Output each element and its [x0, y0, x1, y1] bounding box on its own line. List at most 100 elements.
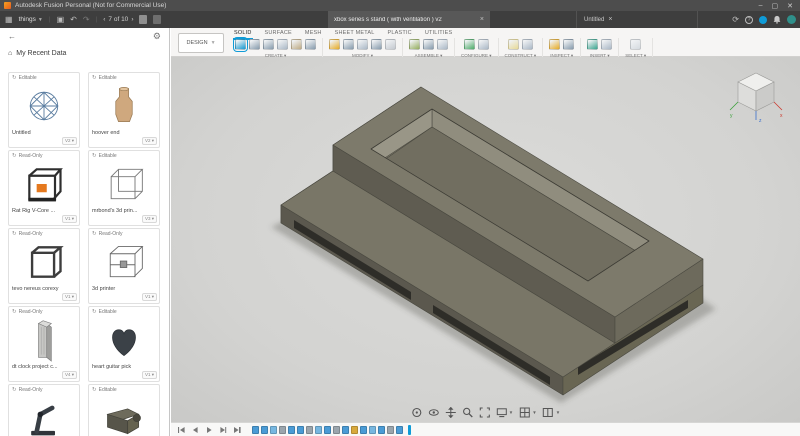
zoom-icon[interactable]	[462, 407, 473, 418]
undo-icon[interactable]: ↶	[70, 15, 77, 24]
step-back-icon[interactable]	[190, 425, 200, 435]
version-badge[interactable]: V4 ▾	[62, 371, 77, 379]
combine-icon[interactable]	[371, 39, 382, 50]
prev-page-icon[interactable]: ‹	[103, 16, 105, 23]
data-panel-item[interactable]: ↻Read-OnlyRat Rig V-Core ...V1 ▾	[8, 150, 80, 226]
sync-status-icon[interactable]: ⟳	[732, 15, 739, 24]
version-badge[interactable]: V1 ▾	[62, 293, 77, 301]
insert-mesh-icon[interactable]	[601, 39, 612, 50]
close-button[interactable]: ✕	[787, 2, 793, 10]
timeline-feature-icon[interactable]	[360, 426, 367, 434]
display-settings-icon[interactable]	[496, 407, 507, 418]
data-panel-item[interactable]: ↻Editable	[88, 384, 160, 436]
fillet-icon[interactable]	[343, 39, 354, 50]
shell-icon[interactable]	[357, 39, 368, 50]
maximize-button[interactable]: ▢	[772, 2, 779, 10]
section-analysis-icon[interactable]	[563, 39, 574, 50]
new-component-icon[interactable]	[409, 39, 420, 50]
redo-icon[interactable]: ↷	[83, 15, 90, 24]
joint-icon[interactable]	[423, 39, 434, 50]
workspace-selector[interactable]: DESIGN▼	[178, 33, 224, 53]
hole-icon[interactable]	[305, 39, 316, 50]
rigid-group-icon[interactable]	[437, 39, 448, 50]
close-tab-icon[interactable]: ×	[608, 16, 612, 23]
next-page-icon[interactable]: ›	[131, 16, 133, 23]
help-icon[interactable]: ?	[745, 16, 753, 24]
user-avatar[interactable]	[787, 15, 796, 24]
save-icon[interactable]: ▣	[57, 15, 65, 24]
project-menu[interactable]: things▼	[19, 16, 43, 23]
create-sketch-icon[interactable]	[235, 39, 246, 50]
goto-end-icon[interactable]	[232, 425, 242, 435]
construct-axis-icon[interactable]	[522, 39, 533, 50]
timeline-feature-icon[interactable]	[396, 426, 403, 434]
gear-icon[interactable]: ⚙	[153, 31, 161, 42]
measure-icon[interactable]	[549, 39, 560, 50]
close-tab-icon[interactable]: ×	[480, 16, 484, 23]
document-tab-active[interactable]: xbox series s stand ( with ventilation )…	[328, 11, 490, 28]
box-icon[interactable]	[249, 39, 260, 50]
configuration-icon[interactable]	[464, 39, 475, 50]
timeline-feature-icon[interactable]	[378, 426, 385, 434]
timeline-feature-icon[interactable]	[297, 426, 304, 434]
new-document-icon[interactable]	[139, 15, 147, 24]
configuration-table-icon[interactable]	[478, 39, 489, 50]
data-panel-item[interactable]: ↻Editablemrbond's 3d prin...V3 ▾	[88, 150, 160, 226]
timeline-feature-icon[interactable]	[324, 426, 331, 434]
revolve-icon[interactable]	[291, 39, 302, 50]
data-panel-item[interactable]: ↻Editablehoover endV2 ▾	[88, 72, 160, 148]
step-forward-icon[interactable]	[218, 425, 228, 435]
timeline-feature-icon[interactable]	[387, 426, 394, 434]
construct-plane-icon[interactable]	[508, 39, 519, 50]
timeline-feature-icon[interactable]	[288, 426, 295, 434]
back-arrow-icon[interactable]: ←	[8, 32, 16, 41]
goto-beginning-icon[interactable]	[176, 425, 186, 435]
app-grid-icon[interactable]: ▦	[5, 15, 13, 24]
timeline-feature-icon[interactable]	[261, 426, 268, 434]
version-badge[interactable]: V3 ▾	[142, 215, 157, 223]
press-pull-icon[interactable]	[329, 39, 340, 50]
data-panel-item[interactable]: ↻Read-Onlytevo nereus corexyV1 ▾	[8, 228, 80, 304]
document-icon[interactable]	[153, 15, 161, 24]
model-3d[interactable]	[171, 57, 800, 422]
data-panel-item[interactable]: ↻Read-Only	[8, 384, 80, 436]
viewports-icon[interactable]	[543, 407, 554, 418]
data-panel-item[interactable]: ↻Editableheart guitar pickV1 ▾	[88, 306, 160, 382]
extrude-icon[interactable]	[277, 39, 288, 50]
timeline-feature-icon[interactable]	[306, 426, 313, 434]
layout-grid-icon[interactable]	[519, 407, 530, 418]
insert-derive-icon[interactable]	[587, 39, 598, 50]
play-icon[interactable]	[204, 425, 214, 435]
orbit-icon[interactable]	[411, 407, 422, 418]
timeline-feature-icon[interactable]	[369, 426, 376, 434]
data-panel-item[interactable]: ↻EditableUntitledV2 ▾	[8, 72, 80, 148]
cylinder-icon[interactable]	[263, 39, 274, 50]
timeline-feature-icon[interactable]	[279, 426, 286, 434]
look-at-icon[interactable]	[428, 407, 439, 418]
timeline-position-marker[interactable]	[408, 425, 411, 435]
fit-view-icon[interactable]	[479, 407, 490, 418]
timeline-feature-icon[interactable]	[270, 426, 277, 434]
notification-bell-icon[interactable]	[773, 15, 781, 24]
timeline-feature-icon[interactable]	[315, 426, 322, 434]
job-status-icon[interactable]	[759, 16, 767, 24]
change-parameters-icon[interactable]	[385, 39, 396, 50]
timeline-feature-icon[interactable]	[252, 426, 259, 434]
version-badge[interactable]: V1 ▾	[62, 215, 77, 223]
version-badge[interactable]: V1 ▾	[142, 293, 157, 301]
view-cube[interactable]: y x z	[728, 67, 786, 125]
pan-icon[interactable]	[445, 407, 456, 418]
modeling-viewport[interactable]: y x z ▼ ▼ ▼	[171, 57, 800, 422]
data-panel-item[interactable]: ↻Read-Onlydt clock project c...V4 ▾	[8, 306, 80, 382]
version-badge[interactable]: V1 ▾	[142, 371, 157, 379]
minimize-button[interactable]: –	[759, 2, 763, 10]
timeline-feature-icon[interactable]	[333, 426, 340, 434]
select-icon[interactable]	[630, 39, 641, 50]
document-tab-untitled[interactable]: Untitled ×	[576, 11, 698, 28]
version-badge[interactable]: V2 ▾	[62, 137, 77, 145]
version-badge[interactable]: V2 ▾	[142, 137, 157, 145]
timeline-feature-icon[interactable]	[342, 426, 349, 434]
thumbnail-geodesic	[9, 83, 79, 129]
data-panel-item[interactable]: ↻Read-Only3d printerV1 ▾	[88, 228, 160, 304]
timeline-feature-icon[interactable]	[351, 426, 358, 434]
